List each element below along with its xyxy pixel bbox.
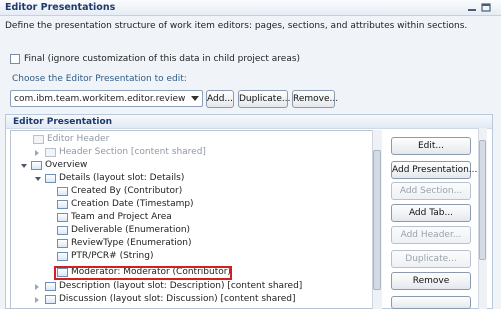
view-title: Editor Presentations <box>5 2 116 13</box>
attribute-icon <box>57 187 68 196</box>
attribute-icon <box>57 226 68 235</box>
section-header: Editor Presentation <box>6 115 492 129</box>
section-icon <box>45 174 56 183</box>
editor-presentation-select[interactable]: com.ibm.team.workitem.editor.review <box>10 90 203 107</box>
collapse-toggle-icon[interactable] <box>21 164 27 168</box>
duplicate-side-button[interactable]: Duplicate... <box>391 250 471 268</box>
minimize-icon[interactable] <box>467 3 477 12</box>
tree-item-label: Deliverable (Enumeration) <box>71 225 191 235</box>
expand-toggle-icon[interactable] <box>35 284 39 290</box>
select-value: com.ibm.team.workitem.editor.review <box>14 94 186 104</box>
description-text: Define the presentation structure of wor… <box>5 21 468 31</box>
tree-item-label: Overview <box>45 160 88 170</box>
collapse-toggle-icon[interactable] <box>35 177 41 181</box>
presentation-tree[interactable]: Editor Header Header Section [content sh… <box>10 130 382 309</box>
duplicate-button[interactable]: Duplicate... <box>238 90 290 108</box>
remove-button[interactable]: Remove... <box>292 90 338 108</box>
add-presentation-button[interactable]: Add Presentation... <box>391 161 477 179</box>
edit-button[interactable]: Edit... <box>391 137 471 155</box>
tree-scrollbar-thumb[interactable] <box>373 150 381 290</box>
tree-item-label: Created By (Contributor) <box>71 186 183 196</box>
editor-header-icon <box>33 135 44 144</box>
section-icon <box>45 148 56 157</box>
choose-label: Choose the Editor Presentation to edit: <box>12 74 187 84</box>
expand-toggle-icon[interactable] <box>35 150 39 156</box>
final-checkbox[interactable] <box>10 54 20 64</box>
section-icon <box>45 282 56 291</box>
tree-item-label: Header Section [content shared] <box>59 147 206 157</box>
section-title: Editor Presentation <box>13 117 113 127</box>
maximize-icon[interactable] <box>481 3 491 12</box>
tree-item-label: PTR/PCR# (String) <box>71 251 154 261</box>
attribute-icon <box>57 252 68 261</box>
add-button[interactable]: Add... <box>206 90 234 108</box>
section-scrollbar-thumb[interactable] <box>479 140 486 260</box>
tab-icon <box>31 161 42 170</box>
tree-item-label: Team and Project Area <box>71 212 172 222</box>
selection-highlight <box>54 266 232 280</box>
final-checkbox-label: Final (ignore customization of this data… <box>24 54 301 64</box>
add-header-button[interactable]: Add Header... <box>391 226 471 244</box>
attribute-icon <box>57 200 68 209</box>
section-icon <box>45 295 56 304</box>
tree-item-label: Description (layout slot: Description) [… <box>59 281 303 291</box>
chevron-down-icon <box>191 96 199 101</box>
attribute-icon <box>57 213 68 222</box>
tree-item-label: ReviewType (Enumeration) <box>71 238 192 248</box>
tree-item-label: Details (layout slot: Details) <box>59 173 185 183</box>
attribute-icon <box>57 239 68 248</box>
tree-item-label: Editor Header <box>47 134 110 144</box>
add-section-button[interactable]: Add Section... <box>391 182 471 200</box>
add-tab-button[interactable]: Add Tab... <box>391 204 471 222</box>
more-button[interactable] <box>391 296 471 309</box>
view-header: Editor Presentations <box>0 0 501 16</box>
tree-item-label: Discussion (layout slot: Discussion) [co… <box>59 294 296 304</box>
remove-side-button[interactable]: Remove <box>391 272 471 290</box>
expand-toggle-icon[interactable] <box>35 297 39 303</box>
tree-item-label: Creation Date (Timestamp) <box>71 199 194 209</box>
